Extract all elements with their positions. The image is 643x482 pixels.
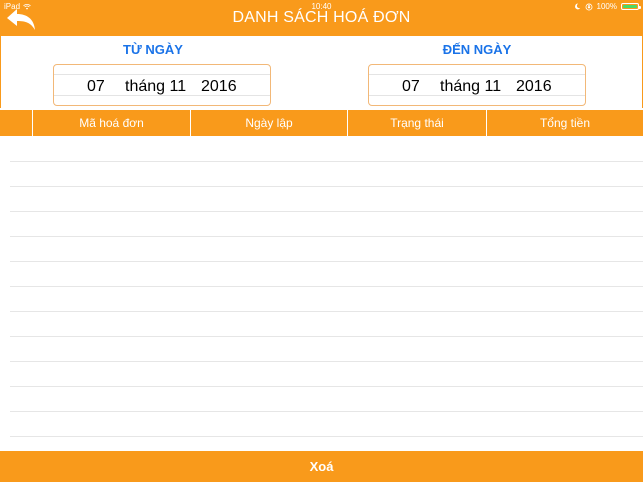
battery-fill: [623, 5, 637, 8]
column-header-index: [0, 110, 32, 136]
table-header: Mã hoá đơn Ngày lập Trạng thái Tổng tiền: [0, 110, 643, 136]
row-separator: [10, 436, 643, 437]
from-date-picker[interactable]: 07 tháng 11 2016: [53, 64, 271, 106]
column-header-status[interactable]: Trạng thái: [347, 110, 486, 136]
from-date-label: TỪ NGÀY: [123, 42, 183, 57]
to-month[interactable]: tháng 11: [440, 78, 501, 96]
column-header-total[interactable]: Tổng tiền: [486, 110, 643, 136]
column-header-created-date[interactable]: Ngày lập: [190, 110, 347, 136]
nav-bar: iPad 10:40 100% DANH SÁCH HOÁ ĐƠN: [0, 0, 643, 36]
to-date-picker[interactable]: 07 tháng 11 2016: [368, 64, 586, 106]
row-separator: [10, 186, 643, 187]
column-header-invoice-code[interactable]: Mã hoá đơn: [32, 110, 190, 136]
delete-button[interactable]: Xoá: [0, 451, 643, 482]
row-separator: [10, 386, 643, 387]
row-separator: [10, 311, 643, 312]
from-year[interactable]: 2016: [201, 78, 237, 96]
date-filter-panel: TỪ NGÀY ĐẾN NGÀY 07 tháng 11 2016 07 thá…: [0, 36, 643, 108]
row-separator: [10, 336, 643, 337]
from-month[interactable]: tháng 11: [125, 78, 186, 96]
invoice-list[interactable]: [0, 136, 643, 449]
row-separator: [10, 236, 643, 237]
row-separator: [10, 411, 643, 412]
to-date-label: ĐẾN NGÀY: [442, 42, 512, 57]
from-day[interactable]: 07: [87, 78, 105, 96]
to-day[interactable]: 07: [402, 78, 420, 96]
page-title: DANH SÁCH HOÁ ĐƠN: [232, 9, 411, 26]
row-separator: [10, 261, 643, 262]
row-separator: [10, 211, 643, 212]
row-separator: [10, 361, 643, 362]
row-separator: [10, 161, 643, 162]
row-separator: [10, 286, 643, 287]
to-year[interactable]: 2016: [516, 78, 552, 96]
